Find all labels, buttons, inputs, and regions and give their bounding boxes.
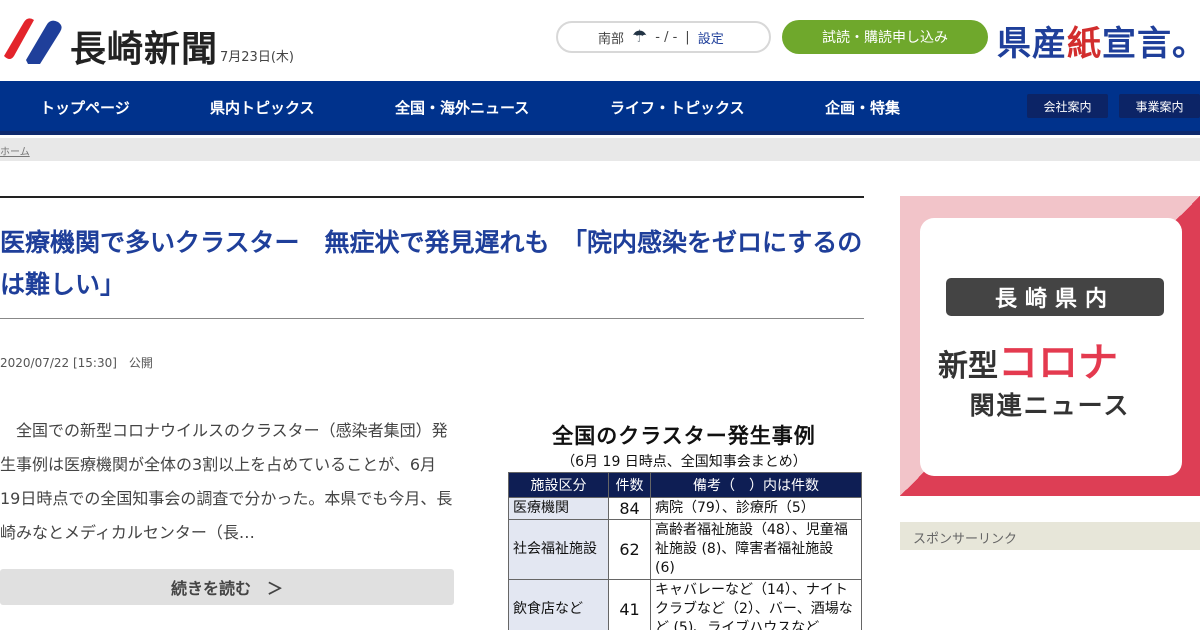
nav-item-features[interactable]: 企画・特集 <box>825 97 900 118</box>
breadcrumb: ホーム <box>0 138 1200 161</box>
breadcrumb-home-link[interactable]: ホーム <box>0 147 30 158</box>
table-cell-category: 医療機関 <box>508 497 609 520</box>
site-header: 長崎新聞 7月23日(木) 南部 ☂ - / - | 設定 試読・購読申し込み … <box>0 0 1200 81</box>
kensan-paper-banner[interactable]: 県産紙宣言。 <box>997 16 1200 65</box>
nav-item-life-topics[interactable]: ライフ・トピックス <box>610 97 745 118</box>
banner-line-a: 新型 <box>938 349 998 384</box>
figure-title: 全国のクラスター発生事例 <box>552 424 816 448</box>
article-figure[interactable]: 全国のクラスター発生事例 （6月 19 日時点、全国知事会まとめ） 施設区分 件… <box>504 420 864 630</box>
divider: | <box>685 29 690 45</box>
figure-subtitle: （6月 19 日時点、全国知事会まとめ） <box>561 454 807 470</box>
umbrella-icon: ☂ <box>632 27 648 47</box>
newspaper-logo-icon[interactable] <box>0 16 66 64</box>
article-lead: 全国での新型コロナウイルスのクラスター（感染者集団）発生事例は医療機関が全体の3… <box>0 421 453 542</box>
table-cell-category: 飲食店など <box>508 579 609 630</box>
article-meta: 2020/07/22 [15:30] 公開 <box>0 356 153 370</box>
article-headline: 医療機関で多いクラスター 無症状で発見遅れも 「院内感染をゼロにするのは難しい」 <box>0 228 863 299</box>
weather-setting-link[interactable]: 設定 <box>698 28 724 47</box>
kensan-text-2: 紙 <box>1067 24 1102 64</box>
nav-item-national-world[interactable]: 全国・海外ニュース <box>395 97 529 118</box>
banner-subtitle: 関連ニュース <box>969 391 1131 420</box>
table-row: 医療機関 84 病院（79）、診療所（5） <box>508 497 862 520</box>
table-cell-count: 41 <box>608 579 651 630</box>
table-row: 飲食店など 41 キャバレーなど（14）、ナイトクラブなど（2）、バー、酒場など… <box>508 579 862 630</box>
site-logo-text[interactable]: 長崎新聞 <box>70 20 218 72</box>
weather-region: 南部 <box>598 31 625 47</box>
weather-temp: - / - <box>655 29 678 45</box>
main-nav: トップページ 県内トピックス 全国・海外ニュース ライフ・トピックス 企画・特集… <box>0 81 1200 135</box>
banner-pill: 長崎県内 <box>946 278 1164 316</box>
banner-headline: 新型コロナ <box>938 330 1168 388</box>
kensan-text-3: 宣言。 <box>1102 24 1200 64</box>
table-cell-count: 62 <box>608 519 651 580</box>
read-more-button[interactable]: 続きを読む ＞ <box>0 569 454 605</box>
header-date: 7月23日(木) <box>220 50 294 65</box>
table-cell-category: 社会福祉施設 <box>508 519 609 580</box>
table-header-row: 施設区分 件数 備考（ ）内は件数 <box>508 472 862 498</box>
table-header: 件数 <box>608 472 651 498</box>
nav-item-top[interactable]: トップページ <box>40 97 130 118</box>
kensan-text-1: 県産 <box>997 24 1067 64</box>
cluster-table: 施設区分 件数 備考（ ）内は件数 医療機関 84 病院（79）、診療所（5） … <box>508 472 862 630</box>
divider <box>0 318 864 319</box>
corona-news-banner[interactable]: 長崎県内 新型コロナ 関連ニュース <box>900 196 1200 496</box>
subscribe-button[interactable]: 試読・購読申し込み <box>782 20 988 54</box>
table-header: 備考（ ）内は件数 <box>650 472 862 498</box>
table-cell-note: 病院（79）、診療所（5） <box>650 497 862 520</box>
company-info-button[interactable]: 会社案内 <box>1027 94 1108 118</box>
table-cell-note: キャバレーなど（14）、ナイトクラブなど（2）、バー、酒場など (5)、ライブハ… <box>650 579 862 630</box>
sponsor-link-heading: スポンサーリンク <box>900 522 1200 550</box>
table-row: 社会福祉施設 62 高齢者福祉施設（48）、児童福祉施設 (8)、障害者福祉施設… <box>508 519 862 580</box>
table-cell-count: 84 <box>608 497 651 520</box>
divider <box>0 196 864 198</box>
business-info-button[interactable]: 事業案内 <box>1119 94 1200 118</box>
banner-line-b: コロナ <box>998 340 1118 386</box>
weather-widget[interactable]: 南部 ☂ - / - | 設定 <box>556 21 771 53</box>
table-header: 施設区分 <box>508 472 609 498</box>
nav-item-local-topics[interactable]: 県内トピックス <box>210 97 315 118</box>
table-cell-note: 高齢者福祉施設（48）、児童福祉施設 (8)、障害者福祉施設 (6) <box>650 519 862 580</box>
